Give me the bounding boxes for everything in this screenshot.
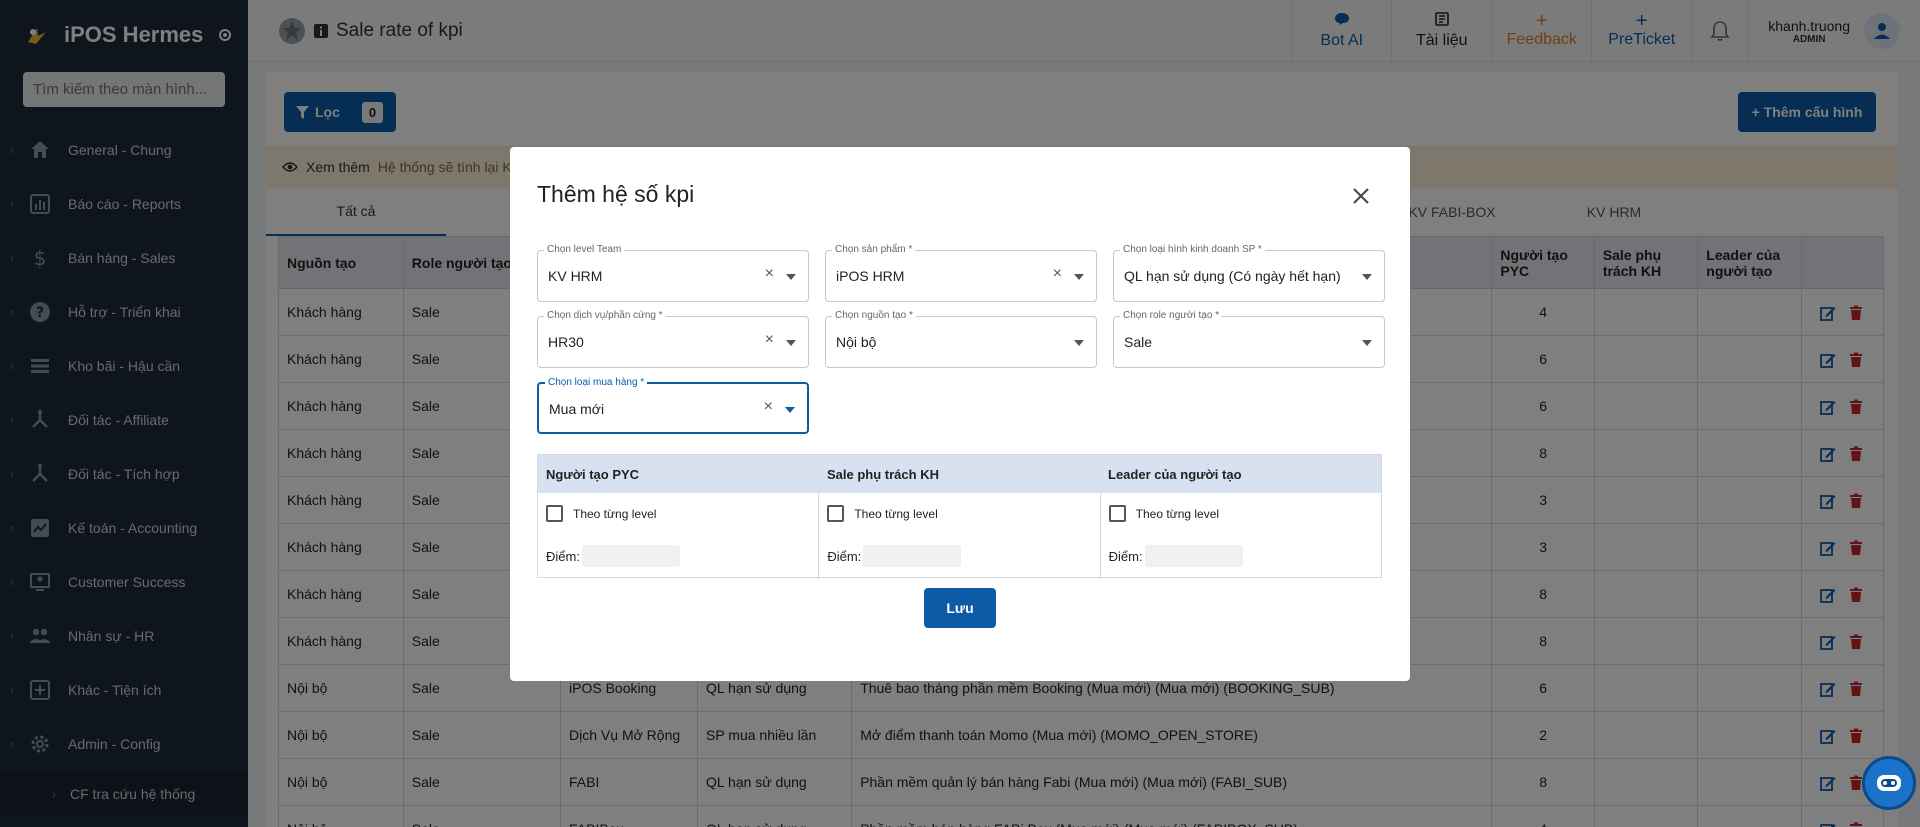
per-level-checkbox[interactable]: Theo từng level <box>1108 505 1220 522</box>
checkbox-label: Theo từng level <box>854 506 938 521</box>
score-col-header: Leader của người tạo <box>1108 466 1242 482</box>
score-col-header: Sale phụ trách KH <box>827 466 939 482</box>
points-label: Điểm: <box>827 548 862 564</box>
creator-role-select[interactable]: Chọn role người tạo * Sale <box>1113 310 1385 368</box>
modal-title: Thêm hệ số kpi <box>537 181 695 207</box>
points-row: Điểm: <box>1109 545 1243 567</box>
robot-icon <box>1877 775 1901 791</box>
per-level-checkbox[interactable]: Theo từng level <box>827 505 938 522</box>
dropdown-arrow-icon[interactable] <box>1074 340 1084 346</box>
points-label: Điểm: <box>546 548 580 564</box>
service-select[interactable]: Chọn dịch vụ/phần cứng * HR30 × <box>537 310 809 368</box>
points-row: Điểm: <box>546 545 680 567</box>
source-select[interactable]: Chọn nguồn tạo * Nội bộ <box>825 310 1097 368</box>
clear-icon[interactable]: × <box>765 265 774 283</box>
clear-icon[interactable]: × <box>1053 265 1062 283</box>
purchase-type-select[interactable]: Chọn loại mua hàng * Mua mới × <box>537 377 809 434</box>
field-value: KV HRM <box>548 268 603 284</box>
chatbot-launcher[interactable] <box>1862 756 1916 810</box>
field-value: Mua mới <box>549 401 605 417</box>
score-table-header: Người tạo PYC Sale phụ trách KH Leader c… <box>538 455 1381 493</box>
score-table: Người tạo PYC Sale phụ trách KH Leader c… <box>537 454 1382 579</box>
score-col-header: Người tạo PYC <box>546 466 640 482</box>
clear-icon[interactable]: × <box>764 398 773 416</box>
checkbox[interactable] <box>1108 505 1126 522</box>
dropdown-arrow-icon[interactable] <box>1074 274 1084 280</box>
points-label: Điểm: <box>1108 548 1143 564</box>
per-level-checkbox[interactable]: Theo từng level <box>546 505 656 522</box>
checkbox[interactable] <box>546 505 563 522</box>
points-row: Điểm: <box>827 545 962 567</box>
points-input[interactable] <box>863 545 962 567</box>
field-value: iPOS HRM <box>836 268 905 284</box>
score-column: Theo từng level Điểm: <box>1101 493 1381 579</box>
field-label: Chọn loại hình kinh doanh SP * <box>1120 244 1265 256</box>
field-value: Nội bộ <box>836 334 877 350</box>
dropdown-arrow-icon[interactable] <box>786 340 796 346</box>
team-level-select[interactable]: Chọn level Team KV HRM × <box>537 244 809 302</box>
field-label: Chọn sản phẩm * <box>832 244 916 256</box>
clear-icon[interactable]: × <box>765 331 774 349</box>
field-value: Sale <box>1124 334 1153 350</box>
save-button[interactable]: Lưu <box>924 588 996 628</box>
close-icon[interactable] <box>1352 187 1370 205</box>
points-input[interactable] <box>581 545 680 567</box>
business-type-select[interactable]: Chọn loại hình kinh doanh SP * QL hạn sử … <box>1113 244 1385 302</box>
field-label: Chọn role người tạo * <box>1120 310 1223 322</box>
field-label: Chọn loại mua hàng * <box>545 377 648 389</box>
score-column: Theo từng level Điểm: <box>538 493 820 579</box>
field-value: HR30 <box>548 334 584 350</box>
checkbox-label: Theo từng level <box>1135 506 1220 521</box>
points-input[interactable] <box>1144 545 1243 567</box>
field-label: Chọn nguồn tạo * <box>832 310 916 322</box>
dropdown-arrow-icon[interactable] <box>1362 340 1372 346</box>
checkbox-label: Theo từng level <box>573 506 657 521</box>
field-value: QL hạn sử dụng (Có ngày hết hạn) <box>1124 268 1341 284</box>
add-kpi-modal: Thêm hệ số kpi Chọn level Team KV HRM × Chọ… <box>510 147 1410 681</box>
dropdown-arrow-icon[interactable] <box>786 274 796 280</box>
dropdown-arrow-icon[interactable] <box>1362 274 1372 280</box>
product-select[interactable]: Chọn sản phẩm * iPOS HRM × <box>825 244 1097 302</box>
dropdown-arrow-icon[interactable] <box>785 407 795 413</box>
checkbox[interactable] <box>827 505 845 522</box>
field-label: Chọn dịch vụ/phần cứng * <box>544 310 666 322</box>
score-column: Theo từng level Điểm: <box>819 493 1101 579</box>
field-label: Chọn level Team <box>544 244 625 256</box>
